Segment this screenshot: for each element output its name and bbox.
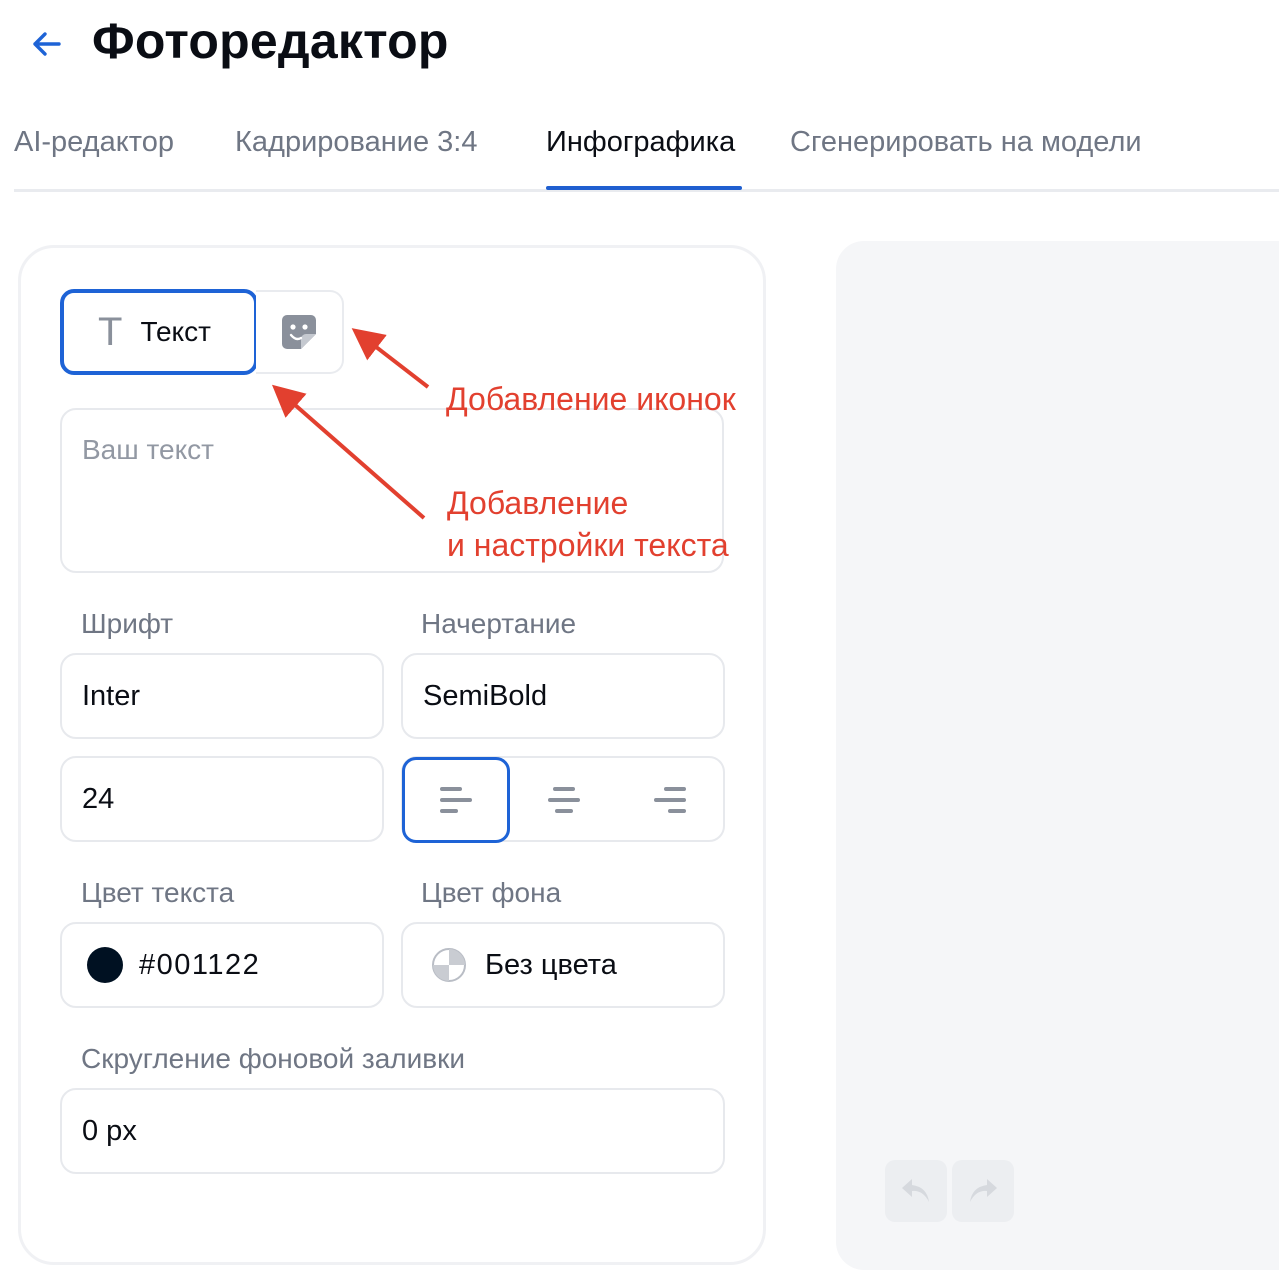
annotation-text-line1: Добавление: [447, 485, 629, 521]
canvas-preview: [836, 241, 1279, 1270]
arrow-to-text-tool: [271, 384, 426, 520]
redo-button[interactable]: [952, 1160, 1014, 1222]
annotation-text-line2: и настройки текста: [447, 527, 729, 563]
undo-button[interactable]: [885, 1160, 947, 1222]
redo-icon: [970, 1179, 997, 1202]
arrow-to-sticker-tool: [351, 328, 430, 389]
undo-icon: [902, 1179, 929, 1202]
annotation-icons: Добавление иконок: [446, 381, 736, 417]
